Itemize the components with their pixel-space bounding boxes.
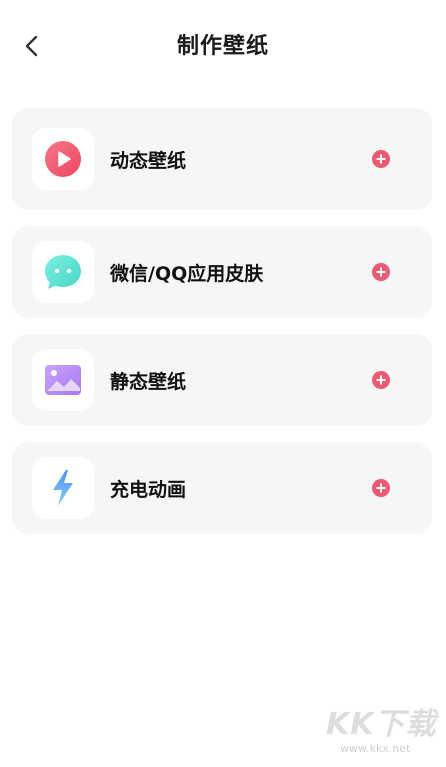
image-icon (45, 365, 81, 395)
chat-skin-item[interactable]: 微信/QQ应用皮肤 (12, 226, 432, 318)
item-label: 动态壁纸 (110, 150, 187, 172)
item-label: 静态壁纸 (110, 371, 187, 393)
static-wallpaper-item[interactable]: 静态壁纸 (12, 334, 432, 426)
play-circle-icon (45, 141, 81, 177)
icon-container (32, 457, 94, 519)
add-circle-icon[interactable] (372, 479, 390, 497)
add-circle-icon[interactable] (372, 263, 390, 281)
item-label: 微信/QQ应用皮肤 (110, 263, 264, 285)
item-label: 充电动画 (110, 479, 187, 501)
chat-bubble-icon (45, 255, 81, 289)
watermark: KK下载 www.kkx.net (326, 708, 444, 766)
charging-animation-item[interactable]: 充电动画 (12, 442, 432, 534)
icon-container (32, 349, 94, 411)
add-circle-icon[interactable] (372, 150, 390, 168)
watermark-logo: KK下载 (326, 707, 437, 742)
icon-container (32, 241, 94, 303)
page-title: 制作壁纸 (176, 34, 269, 59)
header: 制作壁纸 (0, 0, 446, 92)
lightning-icon (53, 470, 73, 506)
wallpaper-type-list: 动态壁纸 微信/QQ应用皮肤 静态壁纸 充电动画 (12, 108, 432, 550)
add-circle-icon[interactable] (372, 371, 390, 389)
dynamic-wallpaper-item[interactable]: 动态壁纸 (12, 108, 432, 210)
icon-container (32, 128, 94, 190)
watermark-url: www.kkx.net (340, 742, 411, 755)
